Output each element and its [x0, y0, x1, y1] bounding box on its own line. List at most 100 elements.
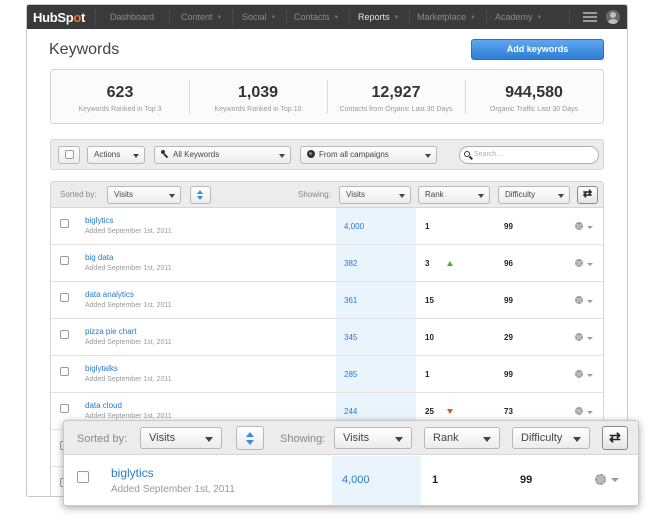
swap-columns-icon[interactable]: ⇄ [577, 186, 598, 204]
added-date: Added September 1st, 2011 [85, 302, 172, 309]
table-row[interactable]: big data Added September 1st, 2011 382 3… [51, 245, 603, 282]
rank-value: 1 [432, 474, 439, 486]
wrench-icon [161, 150, 169, 158]
table-row[interactable]: biglytalks Added September 1st, 2011 285… [51, 356, 603, 393]
visits-value[interactable]: 4,000 [344, 222, 364, 231]
campaign-filter-label: From all campaigns [319, 150, 389, 159]
visits-value[interactable]: 244 [344, 407, 357, 416]
table-row[interactable]: data analytics Added September 1st, 2011… [51, 282, 603, 319]
visits-value[interactable]: 345 [344, 333, 357, 342]
stat-top3: 623 Keywords Ranked in Top 3 [51, 70, 189, 123]
row-checkbox[interactable] [60, 293, 69, 302]
keywords-filter-dropdown[interactable]: All Keywords [154, 146, 291, 164]
nav-item-content[interactable]: Content ▼ [181, 5, 222, 29]
nav-item-social[interactable]: Social ▼ [242, 5, 276, 29]
added-date: Added September 1st, 2011 [85, 339, 172, 346]
add-keywords-button[interactable]: Add keywords [471, 39, 604, 60]
chevron-down-icon [573, 437, 581, 442]
zoom-callout: Sorted by: Visits Showing: Visits Rank D… [63, 420, 639, 506]
rank-value: 10 [425, 333, 434, 342]
swap-columns-icon[interactable]: ⇄ [602, 426, 628, 450]
chevron-down-icon[interactable] [587, 411, 593, 414]
select-all-dropdown[interactable] [58, 146, 80, 164]
visits-value[interactable]: 382 [344, 259, 357, 268]
keyword-link[interactable]: biglytics [85, 216, 113, 225]
visits-value[interactable]: 361 [344, 296, 357, 305]
keyword-link[interactable]: biglytalks [85, 364, 118, 373]
nav-item-reports[interactable]: Reports ▼ [358, 5, 399, 29]
table-row[interactable]: biglytics Added September 1st, 2011 4,00… [64, 456, 638, 505]
campaign-filter-dropdown[interactable]: From all campaigns [300, 146, 437, 164]
nav-item-dashboard[interactable]: Dashboard [110, 5, 154, 29]
menu-icon[interactable] [583, 12, 597, 22]
column-2-value: Rank [425, 190, 444, 199]
keyword-link[interactable]: data cloud [85, 401, 122, 410]
row-checkbox[interactable] [60, 256, 69, 265]
chevron-down-icon [478, 194, 484, 198]
sort-by-dropdown[interactable]: Visits [107, 186, 181, 204]
chevron-down-icon[interactable] [587, 226, 593, 229]
gear-icon[interactable] [575, 407, 583, 415]
difficulty-value: 99 [504, 222, 513, 231]
showing-label: Showing: [298, 190, 331, 199]
row-checkbox[interactable] [60, 404, 69, 413]
sort-by-dropdown[interactable]: Visits [140, 427, 222, 449]
gear-icon[interactable] [575, 333, 583, 341]
nav-item-academy[interactable]: Academy ▼ [495, 5, 542, 29]
keyword-link[interactable]: biglytics [111, 466, 154, 480]
nav-item-marketplace[interactable]: Marketplace ▼ [417, 5, 476, 29]
difficulty-value: 73 [504, 407, 513, 416]
logo-text-suffix: t [81, 9, 86, 25]
visits-value[interactable]: 4,000 [342, 474, 370, 486]
column-3-dropdown[interactable]: Difficulty [512, 427, 590, 449]
table-row[interactable]: pizza pie chart Added September 1st, 201… [51, 319, 603, 356]
column-2-dropdown[interactable]: Rank [418, 186, 490, 204]
row-checkbox[interactable] [77, 471, 89, 483]
chevron-down-icon: ▼ [536, 15, 543, 21]
stat-value: 944,580 [505, 84, 563, 101]
chevron-down-icon[interactable] [587, 337, 593, 340]
select-all-checkbox[interactable] [65, 150, 74, 159]
table-row[interactable]: biglytics Added September 1st, 2011 4,00… [51, 208, 603, 245]
search-input[interactable]: Search... [459, 146, 599, 164]
chevron-down-icon[interactable] [587, 263, 593, 266]
visits-value[interactable]: 285 [344, 370, 357, 379]
column-1-value: Visits [346, 190, 365, 199]
sort-stepper-icon[interactable] [236, 426, 264, 450]
gear-icon[interactable] [575, 296, 583, 304]
column-3-dropdown[interactable]: Difficulty [498, 186, 570, 204]
difficulty-value: 96 [504, 259, 513, 268]
top-nav: HubSpot Dashboard Content ▼ Social ▼ Conta… [27, 5, 627, 29]
actions-dropdown[interactable]: Actions [87, 146, 145, 164]
column-2-dropdown[interactable]: Rank [424, 427, 500, 449]
column-1-dropdown[interactable]: Visits [339, 186, 411, 204]
hubspot-logo[interactable]: HubSpot [27, 10, 95, 25]
gear-icon[interactable] [595, 474, 606, 485]
keyword-link[interactable]: pizza pie chart [85, 327, 137, 336]
user-icon[interactable] [606, 10, 620, 24]
gear-icon[interactable] [575, 370, 583, 378]
rank-value: 25 [425, 407, 434, 416]
added-date: Added September 1st, 2011 [85, 265, 172, 272]
rank-value: 3 [425, 259, 430, 268]
chevron-down-icon [169, 194, 175, 198]
row-checkbox[interactable] [60, 219, 69, 228]
row-checkbox[interactable] [60, 330, 69, 339]
chevron-down-icon: ▼ [270, 15, 277, 21]
nav-item-label: Academy [495, 12, 533, 22]
chevron-down-icon[interactable] [587, 300, 593, 303]
zoom-table-header: Sorted by: Visits Showing: Visits Rank D… [64, 421, 638, 455]
keyword-link[interactable]: big data [85, 253, 113, 262]
column-1-dropdown[interactable]: Visits [334, 427, 412, 449]
chevron-down-icon[interactable] [587, 374, 593, 377]
chevron-down-icon[interactable] [611, 478, 619, 482]
sort-stepper-icon[interactable] [190, 186, 211, 204]
nav-item-label: Content [181, 12, 213, 22]
keyword-link[interactable]: data analytics [85, 290, 134, 299]
column-2-value: Rank [433, 432, 459, 444]
row-checkbox[interactable] [60, 367, 69, 376]
gear-icon[interactable] [575, 259, 583, 267]
gear-icon[interactable] [575, 222, 583, 230]
chevron-down-icon [399, 194, 405, 198]
nav-item-contacts[interactable]: Contacts ▼ [294, 5, 339, 29]
